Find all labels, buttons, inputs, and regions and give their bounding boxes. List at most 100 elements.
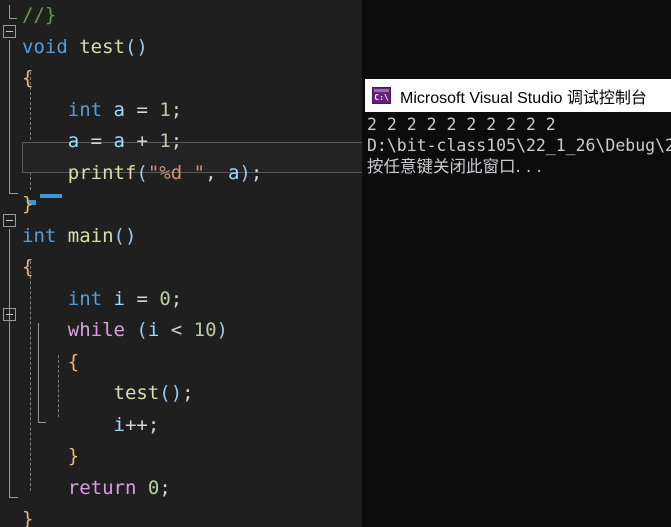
code-token: i <box>147 319 160 341</box>
code-line[interactable]: { <box>0 63 362 95</box>
code-line[interactable]: int i = 0; <box>0 284 362 316</box>
code-line-text: a = a + 1; <box>22 126 182 158</box>
code-line[interactable]: int a = 1; <box>0 95 362 127</box>
console-output-area[interactable]: 2 2 2 2 2 2 2 2 2 2 D:\bit-class105\22_1… <box>365 112 671 527</box>
code-editor-pane[interactable]: //} void test(){ int a = 1; a = a + 1; pr… <box>0 0 362 527</box>
code-line[interactable]: } <box>0 189 362 221</box>
code-token: a <box>67 130 80 152</box>
code-line[interactable]: } <box>0 441 362 473</box>
code-lines-container[interactable]: //} void test(){ int a = 1; a = a + 1; pr… <box>0 0 362 527</box>
code-line[interactable]: test(); <box>0 378 362 410</box>
code-token: 10 <box>193 319 217 341</box>
code-line-text: } <box>22 189 33 221</box>
code-line-text: { <box>22 63 33 95</box>
console-output-line: 按任意键关闭此窗口. . . <box>367 157 542 176</box>
code-token: < <box>159 319 194 341</box>
code-line-text: i++; <box>22 410 160 442</box>
code-line[interactable]: int main() <box>0 221 362 253</box>
code-line[interactable]: while (i < 10) <box>0 315 362 347</box>
cmd-console-icon: C:\ <box>372 87 391 104</box>
console-window-title: Microsoft Visual Studio 调试控制台 <box>400 89 647 107</box>
code-token: } <box>67 445 80 467</box>
console-output-line: 2 2 2 2 2 2 2 2 2 2 <box>367 115 566 134</box>
code-token: i <box>113 413 125 436</box>
code-token: main <box>67 224 114 247</box>
code-line[interactable]: a = a + 1; <box>0 126 362 158</box>
code-token: } <box>22 193 34 215</box>
screenshot-root: //} void test(){ int a = 1; a = a + 1; pr… <box>0 0 671 527</box>
code-token: + <box>125 130 160 152</box>
code-token: = <box>79 130 114 152</box>
code-token: 0 <box>159 287 171 310</box>
code-line-text: } <box>22 441 79 473</box>
code-token: { <box>22 256 34 278</box>
code-line[interactable]: //} <box>0 0 362 32</box>
code-token: "%d " <box>147 161 206 184</box>
code-token: ( <box>136 161 148 184</box>
code-token: , <box>205 161 228 184</box>
code-token: ; <box>250 161 263 184</box>
code-line-text: } <box>22 504 33 527</box>
code-line-text: int i = 0; <box>22 284 182 316</box>
code-line-text: { <box>22 252 33 284</box>
code-line-text: //} <box>22 0 56 32</box>
code-token: int <box>67 287 103 310</box>
code-token: ( <box>136 319 148 341</box>
code-token: return <box>67 476 137 499</box>
code-token: printf <box>67 161 137 184</box>
code-token: i <box>113 287 125 310</box>
code-token: ; <box>182 382 194 404</box>
code-token: 1 <box>159 130 171 152</box>
code-line[interactable]: return 0; <box>0 473 362 505</box>
debug-console-window[interactable]: C:\ Microsoft Visual Studio 调试控制台 2 2 2 … <box>365 79 671 527</box>
code-token: = <box>125 98 160 121</box>
code-token: = <box>125 287 160 310</box>
code-line-text: printf("%d ", a); <box>22 158 263 190</box>
code-token: ; <box>170 287 183 310</box>
code-line-text: return 0; <box>22 473 171 505</box>
code-line[interactable]: printf("%d ", a); <box>0 158 362 190</box>
code-line[interactable]: i++; <box>0 410 362 442</box>
code-token: () <box>113 224 137 247</box>
code-token: () <box>159 382 183 404</box>
code-line[interactable]: void test() <box>0 32 362 64</box>
code-token: { <box>22 67 34 89</box>
code-line[interactable]: { <box>0 252 362 284</box>
code-token: ; <box>147 413 160 436</box>
code-token: void <box>22 35 68 58</box>
code-token: { <box>67 350 80 373</box>
code-line-text: int main() <box>22 221 136 253</box>
code-token: ) <box>216 319 228 341</box>
code-token: a <box>227 161 240 184</box>
code-line[interactable]: { <box>0 347 362 379</box>
code-token: a <box>113 98 125 121</box>
console-icon-glyph: C:\ <box>374 93 389 102</box>
code-token: test <box>79 35 125 58</box>
code-line-text: int a = 1; <box>22 95 182 127</box>
code-token: ; <box>159 476 171 499</box>
code-line[interactable]: } <box>0 504 362 527</box>
console-output-line: D:\bit-class105\22_1_26\Debug\2 <box>367 136 671 155</box>
code-token: //} <box>22 4 57 26</box>
code-token: ) <box>239 161 251 184</box>
code-line-text: void test() <box>22 32 148 64</box>
code-token: () <box>124 35 148 58</box>
console-titlebar[interactable]: C:\ Microsoft Visual Studio 调试控制台 <box>365 79 671 112</box>
code-token: int <box>67 98 103 121</box>
code-line-text: while (i < 10) <box>22 315 228 347</box>
